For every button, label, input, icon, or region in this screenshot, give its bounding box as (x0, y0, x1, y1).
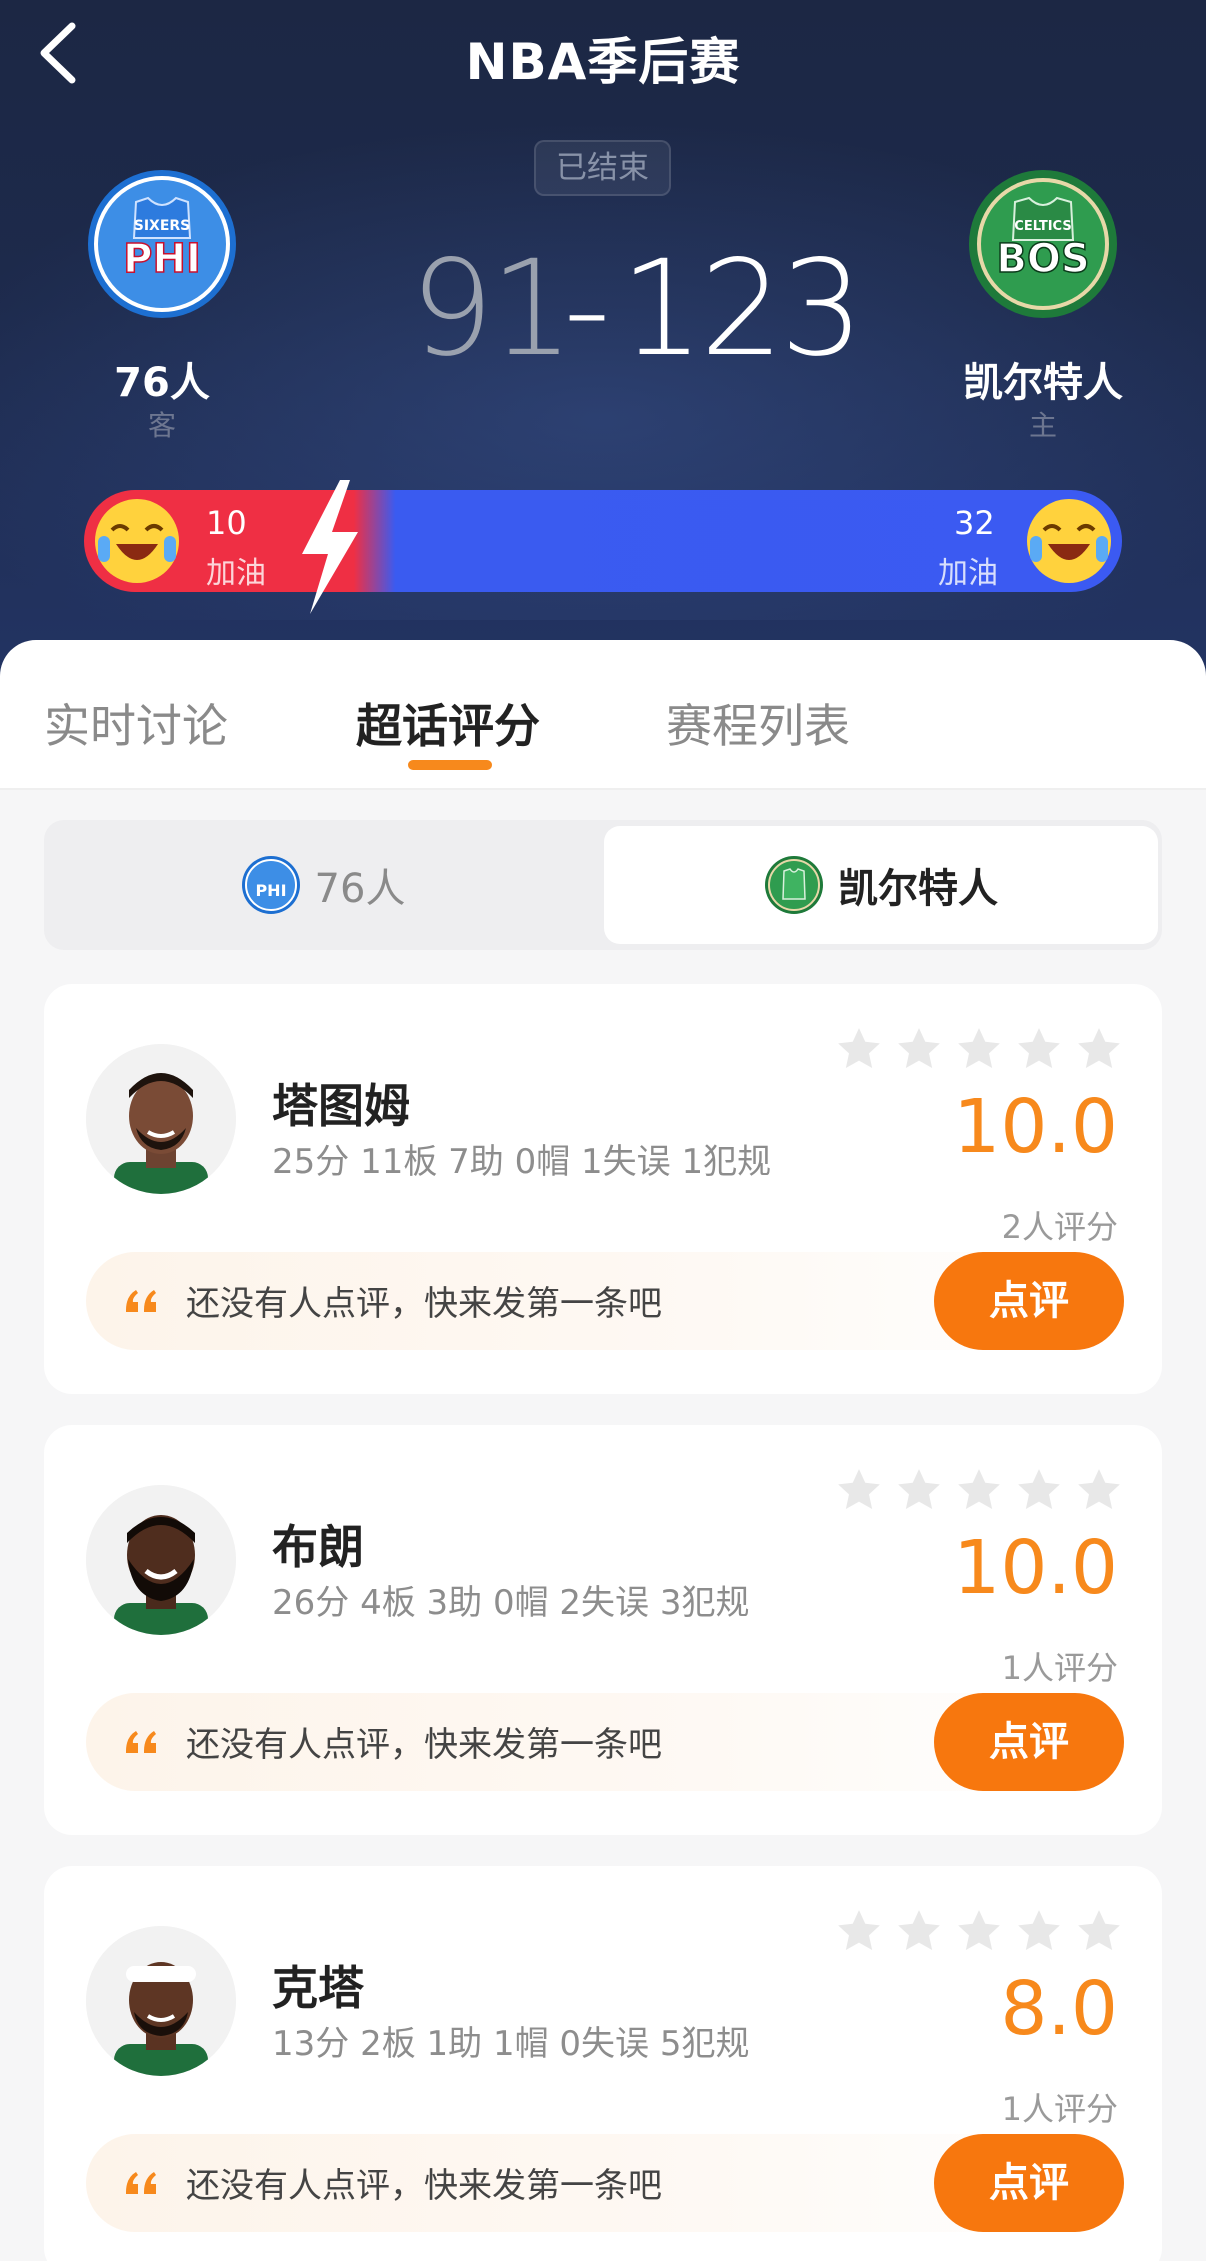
review-button[interactable]: 点评 (934, 2134, 1124, 2232)
tab-schedule[interactable]: 赛程列表 (666, 690, 850, 756)
logo-tag-bos: CELTICS (1014, 219, 1071, 234)
bos-logo-icon (765, 856, 823, 914)
rating-count: 2人评分 (1001, 1208, 1118, 1246)
star-icon[interactable] (1014, 1465, 1064, 1515)
comment-prompt[interactable]: 还没有人点评，快来发第一条吧 点评 (86, 1693, 1124, 1791)
team-logo-phi[interactable]: SIXERS PHI (86, 168, 238, 320)
player-avatar[interactable] (86, 1485, 236, 1635)
quote-icon (126, 2172, 156, 2194)
star-icon[interactable] (1014, 1906, 1064, 1956)
rating-stars[interactable] (834, 1465, 1134, 1515)
star-icon[interactable] (954, 1906, 1004, 1956)
team-switch-home[interactable]: 凯尔特人 (604, 826, 1158, 944)
comment-placeholder: 还没有人点评，快来发第一条吧 (186, 1725, 662, 1765)
rating-count: 1人评分 (1001, 2090, 1118, 2128)
switch-logo-abbr-phi: PHI (255, 881, 286, 900)
phi-logo-icon: PHI (241, 856, 300, 914)
team-switch-away-label: 76人 (314, 866, 406, 912)
quote-icon (126, 1290, 156, 1312)
review-button[interactable]: 点评 (934, 1252, 1124, 1350)
star-icon[interactable] (1074, 1465, 1124, 1515)
player-score: 10.0 (953, 1084, 1118, 1170)
rating-stars[interactable] (834, 1906, 1134, 1956)
away-team-role: 客 (147, 409, 176, 442)
comment-placeholder: 还没有人点评，快来发第一条吧 (186, 1284, 662, 1324)
player-name: 塔图姆 (272, 1079, 410, 1133)
away-cheer-count: 10 (206, 504, 247, 542)
player-name: 克塔 (272, 1961, 364, 2015)
logo-abbr-bos: BOS (996, 236, 1089, 282)
active-tab-indicator (408, 760, 492, 770)
player-stats: 25分 11板 7助 0帽 1失误 1犯规 (272, 1142, 772, 1182)
team-switch-away[interactable]: PHI 76人 (44, 820, 602, 950)
comment-placeholder: 还没有人点评，快来发第一条吧 (186, 2166, 662, 2206)
star-icon[interactable] (894, 1024, 944, 1074)
star-icon[interactable] (834, 1465, 884, 1515)
review-button[interactable]: 点评 (934, 1693, 1124, 1791)
comment-prompt[interactable]: 还没有人点评，快来发第一条吧 点评 (86, 1252, 1124, 1350)
quote-icon (126, 1731, 156, 1753)
star-icon[interactable] (894, 1465, 944, 1515)
star-icon[interactable] (954, 1024, 1004, 1074)
home-team-role: 主 (1028, 409, 1057, 442)
home-score: 123 (620, 232, 864, 386)
player-avatar[interactable] (86, 1926, 236, 2076)
player-stats: 26分 4板 3助 0帽 2失误 3犯规 (272, 1583, 750, 1623)
tab-rating[interactable]: 超话评分 (356, 690, 540, 756)
cheer-emoji-icon-away[interactable] (92, 496, 182, 586)
star-icon[interactable] (1074, 1024, 1124, 1074)
tab-live-discussion[interactable]: 实时讨论 (44, 690, 228, 756)
logo-tag-phi: SIXERS (134, 218, 191, 234)
star-icon[interactable] (834, 1024, 884, 1074)
home-cheer-label: 加油 (938, 556, 998, 591)
player-avatar[interactable] (86, 1044, 236, 1194)
star-icon[interactable] (1014, 1024, 1064, 1074)
score-separator: - (563, 232, 611, 386)
player-card: 克塔 13分 2板 1助 1帽 0失误 5犯规 8.0 1人评分 还没有人点评，… (44, 1866, 1162, 2261)
player-card: 布朗 26分 4板 3助 0帽 2失误 3犯规 10.0 1人评分 还没有人点评… (44, 1425, 1162, 1835)
home-cheer-count: 32 (954, 504, 995, 542)
match-status-badge: 已结束 (534, 140, 671, 196)
player-score: 10.0 (953, 1525, 1118, 1611)
star-icon[interactable] (954, 1465, 1004, 1515)
cheer-emoji-icon-home[interactable] (1024, 496, 1114, 586)
star-icon[interactable] (834, 1906, 884, 1956)
lightning-icon (302, 480, 358, 614)
away-team-name: 76人 (114, 360, 210, 406)
player-score: 8.0 (1000, 1966, 1118, 2052)
player-stats: 13分 2板 1助 1帽 0失误 5犯规 (272, 2024, 750, 2064)
rating-count: 1人评分 (1001, 1649, 1118, 1687)
logo-abbr-phi: PHI (123, 236, 201, 282)
away-cheer-label: 加油 (206, 556, 266, 591)
team-logo-bos[interactable]: CELTICS BOS (967, 168, 1119, 320)
tab-divider (0, 788, 1206, 790)
comment-prompt[interactable]: 还没有人点评，快来发第一条吧 点评 (86, 2134, 1124, 2232)
rating-stars[interactable] (834, 1024, 1134, 1074)
player-name: 布朗 (272, 1520, 364, 1574)
away-score: 91 (410, 232, 574, 386)
star-icon[interactable] (894, 1906, 944, 1956)
star-icon[interactable] (1074, 1906, 1124, 1956)
team-switch-home-label: 凯尔特人 (838, 866, 998, 912)
home-team-name: 凯尔特人 (963, 360, 1123, 406)
page-title: NBA季后赛 (465, 33, 741, 91)
player-card: 塔图姆 25分 11板 7助 0帽 1失误 1犯规 10.0 2人评分 还没有人… (44, 984, 1162, 1394)
